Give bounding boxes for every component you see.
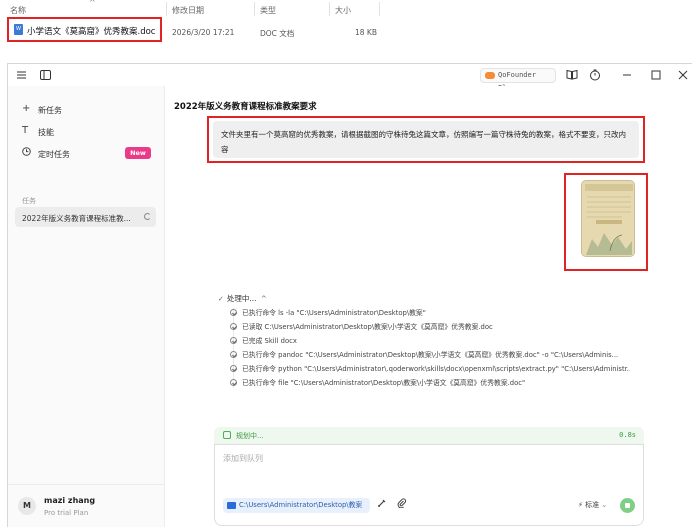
user-message: 文件夹里有一个莫高窟的优秀教案，请根据截图的守株待兔这篇文章，仿照编写一篇守株待… <box>213 121 639 158</box>
user-message-highlight: 文件夹里有一个莫高窟的优秀教案，请根据截图的守株待兔这篇文章，仿照编写一篇守株待… <box>207 116 645 163</box>
sidebar-item-label: 技能 <box>38 128 54 137</box>
tools-button[interactable] <box>375 498 389 512</box>
composer: C:\Users\Administrator\Desktop\教案 ⚡ 标准 ⌄ <box>214 444 644 526</box>
step-item[interactable]: 已完成 Skill docx <box>230 335 630 347</box>
column-divider[interactable] <box>254 2 255 16</box>
sidebar-item-scheduled-tasks[interactable]: 定时任务 New <box>8 143 165 163</box>
step-text: 已完成 Skill docx <box>242 337 297 345</box>
maximize-button[interactable] <box>649 68 663 82</box>
step-text: 已执行命令 python "C:\Users\Administrator\.qo… <box>242 365 630 373</box>
stop-button[interactable] <box>620 498 635 513</box>
plus-icon: + <box>22 103 31 114</box>
step-item[interactable]: 已执行命令 file "C:\Users\Administrator\Deskt… <box>230 377 630 389</box>
timer-icon[interactable] <box>589 69 601 81</box>
check-circle-icon <box>230 337 237 344</box>
menu-icon[interactable] <box>16 70 27 80</box>
attach-button[interactable] <box>395 498 409 512</box>
file-name[interactable]: 小学语文《莫高窟》优秀教案.doc <box>27 25 155 37</box>
step-item[interactable]: 已读取 C:\Users\Administrator\Desktop\教案\小学… <box>230 321 630 333</box>
steps-connector <box>233 308 234 388</box>
step-text: 已执行命令 ls -la "C:\Users\Administrator\Des… <box>242 309 426 317</box>
column-divider[interactable] <box>379 2 380 16</box>
user-name: mazi zhang <box>44 496 96 505</box>
word-doc-icon: W <box>14 24 23 35</box>
step-item[interactable]: 已执行命令 python "C:\Users\Administrator\.qo… <box>230 363 630 375</box>
sidebar-item-skills[interactable]: T 技能 <box>8 121 165 141</box>
sidebar: + 新任务 T 技能 定时任务 New 任务 2022年版义务教育课程标准教..… <box>8 86 165 527</box>
check-circle-icon <box>230 351 237 358</box>
file-row-highlight[interactable]: W 小学语文《莫高窟》优秀教案.doc <box>7 17 162 42</box>
minimize-icon <box>623 74 631 76</box>
processing-icon: ✓ <box>218 295 224 303</box>
check-circle-icon <box>230 323 237 330</box>
lightning-icon: ⚡ <box>578 501 583 509</box>
file-explorer: ^ 名称 修改日期 类型 大小 W 小学语文《莫高窟》优秀教案.doc 2026… <box>0 0 692 62</box>
planning-icon <box>223 431 231 439</box>
mode-label: 标准 <box>585 501 600 509</box>
processing-status[interactable]: ✓ 处理中... ^ <box>218 293 267 304</box>
tasks-section-label: 任务 <box>22 197 36 205</box>
image-attachment-highlight <box>564 173 648 271</box>
avatar: M <box>18 497 36 515</box>
loading-spinner-icon <box>144 213 151 220</box>
skill-icon: T <box>22 125 29 136</box>
user-profile[interactable]: M mazi zhang Pro trial Plan <box>8 484 165 527</box>
chevron-down-icon: ⌄ <box>601 501 608 509</box>
step-item[interactable]: 已执行命令 ls -la "C:\Users\Administrator\Des… <box>230 307 630 319</box>
task-item[interactable]: 2022年版义务教育课程标准教... <box>15 207 156 227</box>
paperclip-icon <box>397 498 407 509</box>
task-item-label: 2022年版义务教育课程标准教... <box>22 214 131 223</box>
step-text: 已读取 C:\Users\Administrator\Desktop\教案\小学… <box>242 323 493 331</box>
step-text: 已执行命令 pandoc "C:\Users\Administrator\Des… <box>242 351 619 359</box>
brush-icon <box>378 499 386 507</box>
column-modified[interactable]: 修改日期 <box>172 5 204 16</box>
step-text: 已执行命令 file "C:\Users\Administrator\Deskt… <box>242 379 526 387</box>
check-circle-icon <box>230 309 237 316</box>
clock-icon <box>22 147 31 160</box>
column-size[interactable]: 大小 <box>335 5 351 16</box>
sidebar-item-label: 新任务 <box>38 106 62 115</box>
conversation-title: 2022年版义务教育课程标准教案要求 <box>174 102 317 112</box>
file-size: 18 KB <box>355 28 377 37</box>
column-type[interactable]: 类型 <box>260 5 276 16</box>
sidebar-item-label: 定时任务 <box>38 150 70 159</box>
sidebar-item-new-task[interactable]: + 新任务 <box>8 99 165 119</box>
close-button[interactable] <box>676 68 690 82</box>
explorer-header: ^ 名称 修改日期 类型 大小 <box>0 0 380 16</box>
plan-badge[interactable]: QoFounder Plan <box>480 68 556 92</box>
file-type: DOC 文档 <box>260 29 295 38</box>
user-plan: Pro trial Plan <box>44 509 89 517</box>
column-divider[interactable] <box>329 2 330 16</box>
step-item[interactable]: 已执行命令 pandoc "C:\Users\Administrator\Des… <box>230 349 630 361</box>
title-bar: QoFounder Plan <box>8 64 692 92</box>
queue-input[interactable] <box>223 454 523 463</box>
screenshot-thumbnail[interactable] <box>581 180 635 257</box>
folder-icon <box>227 502 236 509</box>
sidebar-toggle-icon[interactable] <box>40 70 51 80</box>
column-name[interactable]: 名称 <box>10 5 26 16</box>
file-modified: 2026/3/20 17:21 <box>172 28 235 37</box>
app-window: QoFounder Plan + 新任务 T 技能 <box>7 63 692 527</box>
planning-time: 0.8s <box>619 431 636 439</box>
column-divider[interactable] <box>166 2 167 16</box>
processing-label: 处理中... <box>226 294 257 303</box>
chevron-up-icon: ^ <box>260 295 267 303</box>
sort-arrow-icon: ^ <box>89 0 96 7</box>
check-circle-icon <box>230 379 237 386</box>
check-circle-icon <box>230 365 237 372</box>
planning-label: 规划中... <box>236 432 264 440</box>
main-panel: 2022年版义务教育课程标准教案要求 文件夹里有一个莫高窟的优秀教案，请根据截图… <box>166 86 692 527</box>
workspace-path: C:\Users\Administrator\Desktop\教案 <box>239 501 363 509</box>
qofounder-logo-icon <box>485 72 495 79</box>
minimize-button[interactable] <box>620 68 634 82</box>
mode-selector[interactable]: ⚡ 标准 ⌄ <box>578 500 607 510</box>
document-page-icon <box>582 181 634 256</box>
new-badge: New <box>125 147 151 159</box>
workspace-path-chip[interactable]: C:\Users\Administrator\Desktop\教案 <box>223 498 370 513</box>
maximize-icon <box>651 70 661 80</box>
close-icon <box>678 70 688 80</box>
book-icon[interactable] <box>566 69 578 80</box>
planning-status-bar[interactable]: 规划中... 0.8s <box>214 427 644 444</box>
